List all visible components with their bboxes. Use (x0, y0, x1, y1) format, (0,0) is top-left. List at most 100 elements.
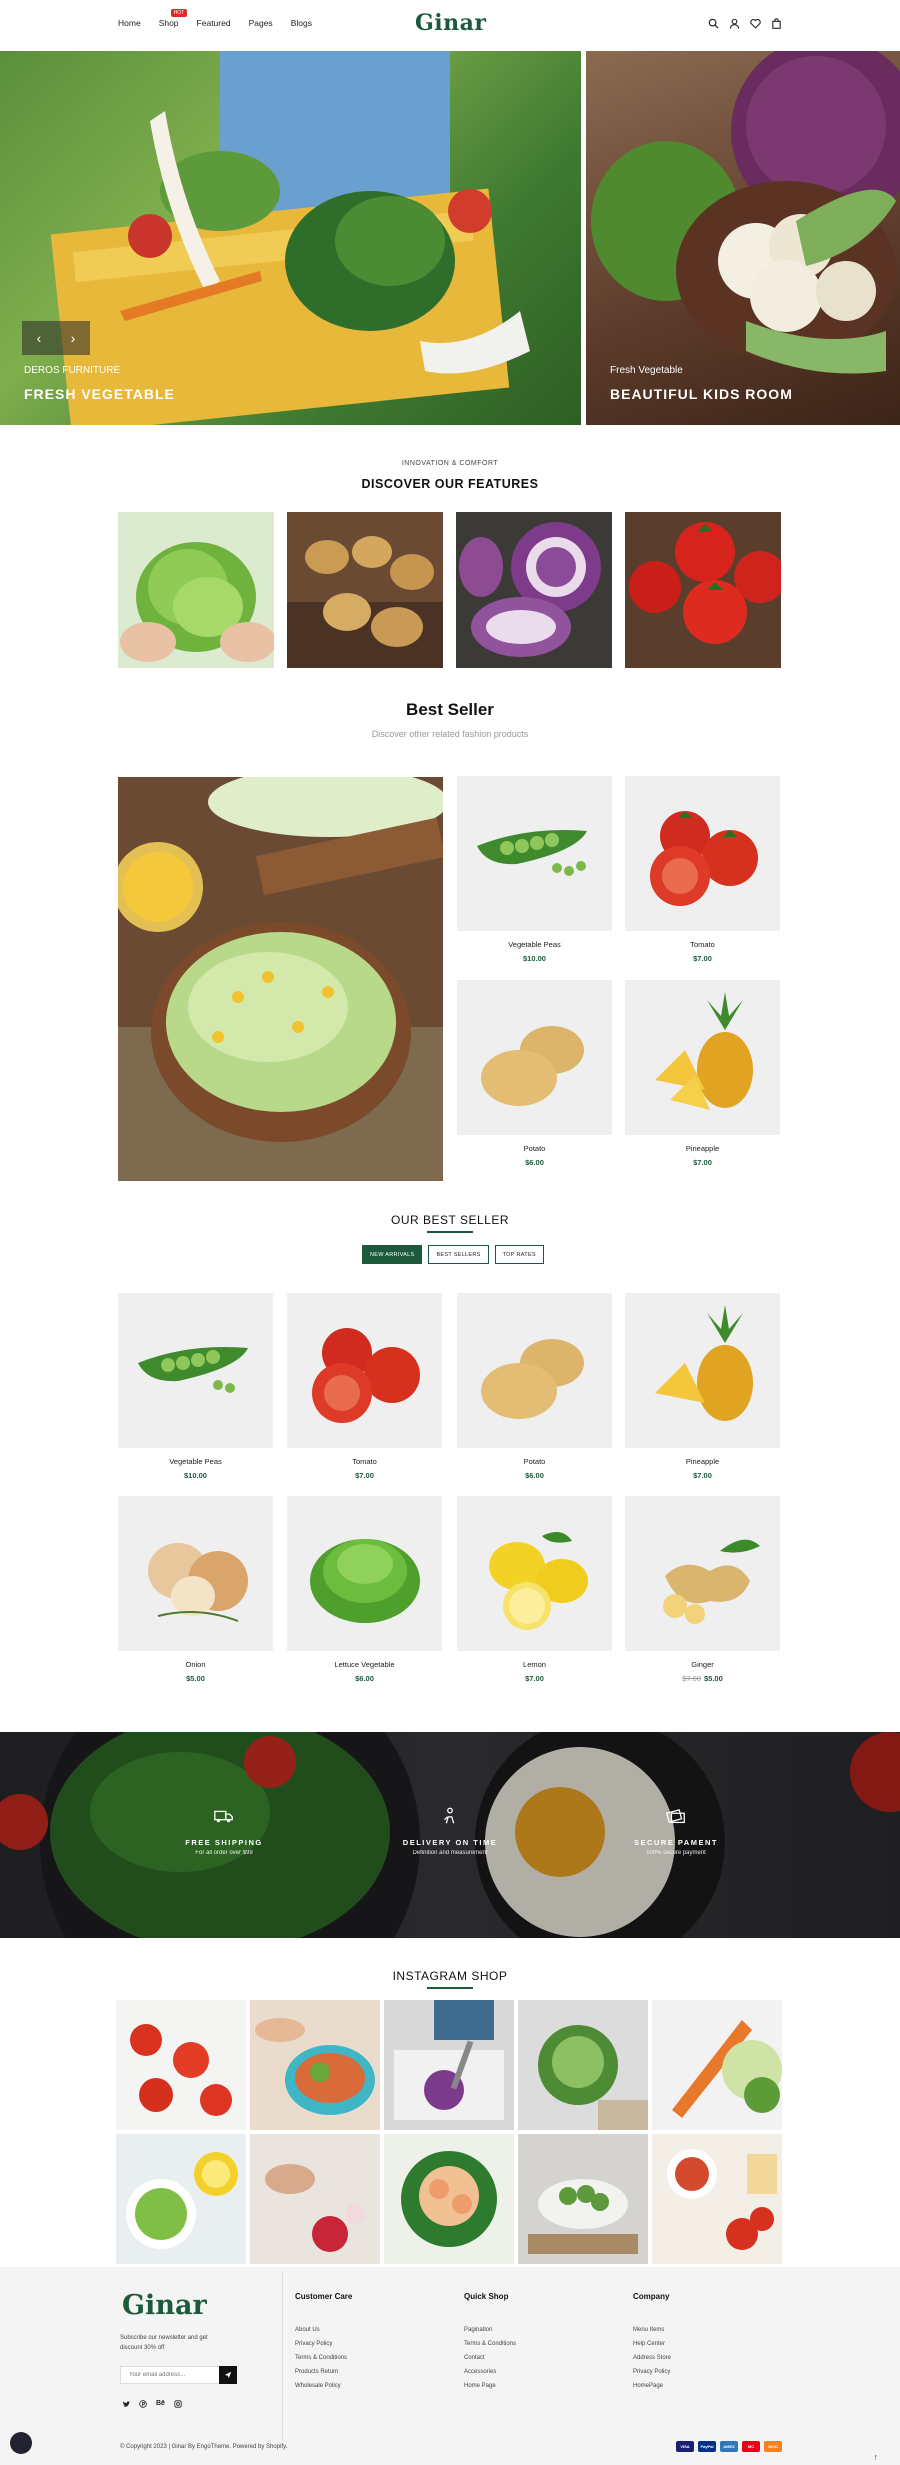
product-image-ginger[interactable] (625, 1496, 780, 1651)
hero-banner-left[interactable]: ‹ › DEROS FURNITURE FRESH VEGETABLE (0, 51, 581, 425)
product-name[interactable]: Pineapple (625, 1457, 780, 1466)
product-card[interactable]: Vegetable Peas $10.00 (457, 776, 612, 963)
pinterest-icon[interactable] (139, 2400, 147, 2410)
product-name[interactable]: Lettuce Vegetable (287, 1660, 442, 1669)
footer-link[interactable]: Menu Items (633, 2327, 671, 2333)
product-name[interactable]: Lemon (457, 1660, 612, 1669)
bag-icon[interactable] (771, 18, 782, 29)
footer-link[interactable]: Help Center (633, 2341, 671, 2347)
instagram-post[interactable] (116, 2134, 246, 2264)
product-card[interactable]: Lettuce Vegetable $6.00 (287, 1496, 442, 1683)
site-logo[interactable]: Ginar (415, 10, 487, 36)
chat-widget-button[interactable] (10, 2432, 32, 2454)
prev-arrow[interactable]: ‹ (22, 321, 56, 355)
payment-methods: VISA PayPal AMEX MC DISC (676, 2441, 782, 2452)
product-card[interactable]: Vegetable Peas $10.00 (118, 1293, 273, 1480)
radish-image (250, 2134, 380, 2264)
nav-home[interactable]: Home (118, 18, 141, 28)
user-icon[interactable] (729, 18, 740, 29)
instagram-post[interactable] (652, 2000, 782, 2130)
footer-link[interactable]: About Us (295, 2327, 352, 2333)
nav-blogs[interactable]: Blogs (291, 18, 312, 28)
twitter-icon[interactable] (122, 2400, 130, 2410)
footer-link[interactable]: HomePage (633, 2383, 671, 2389)
instagram-post[interactable] (518, 2134, 648, 2264)
tab-top-rates[interactable]: TOP RATES (494, 1245, 544, 1264)
footer-link[interactable]: Pagination (464, 2327, 516, 2333)
tab-best-sellers[interactable]: BEST SELLERS (428, 1245, 489, 1264)
search-icon[interactable] (708, 18, 719, 29)
heart-icon[interactable] (750, 18, 761, 29)
tab-new-arrivals[interactable]: NEW ARRIVALS (362, 1245, 423, 1264)
product-card[interactable]: Potato $6.00 (457, 980, 612, 1167)
product-card[interactable]: Pineapple $7.00 (625, 980, 780, 1167)
product-name[interactable]: Vegetable Peas (118, 1457, 273, 1466)
product-name[interactable]: Potato (457, 1457, 612, 1466)
footer-link[interactable]: Products Return (295, 2369, 352, 2375)
product-image-peas[interactable] (457, 776, 612, 931)
product-name[interactable]: Onion (118, 1660, 273, 1669)
footer-link[interactable]: Contact (464, 2355, 516, 2361)
newsletter-email-input[interactable] (120, 2366, 220, 2384)
product-card[interactable]: Tomato $7.00 (287, 1293, 442, 1480)
footer-link[interactable]: Privacy Policy (633, 2369, 671, 2375)
product-name[interactable]: Pineapple (625, 1144, 780, 1153)
feature-image-potatoes[interactable] (287, 512, 443, 668)
product-image-pineapple[interactable] (625, 1293, 780, 1448)
footer-link[interactable]: Wholesale Policy (295, 2383, 352, 2389)
product-image-pineapple[interactable] (625, 980, 780, 1135)
product-card[interactable]: Onion $5.00 (118, 1496, 273, 1683)
product-image-potato[interactable] (457, 980, 612, 1135)
product-card[interactable]: Ginger $7.00 $5.00 (625, 1496, 780, 1683)
newsletter-submit-button[interactable] (219, 2366, 237, 2384)
footer-link[interactable]: Terms & Conditions (464, 2341, 516, 2347)
scroll-to-top-button[interactable]: ↑ (874, 2452, 879, 2462)
product-image-peas[interactable] (118, 1293, 273, 1448)
hero-banner-right[interactable]: Fresh Vegetable BEAUTIFUL KIDS ROOM (586, 51, 900, 425)
instagram-title: INSTAGRAM SHOP (392, 1969, 508, 1983)
product-card[interactable]: Lemon $7.00 (457, 1496, 612, 1683)
instagram-post[interactable] (250, 2000, 380, 2130)
product-name[interactable]: Tomato (287, 1457, 442, 1466)
feature-image-tomatoes[interactable] (625, 512, 781, 668)
hero-left-title: FRESH VEGETABLE (24, 386, 175, 402)
instagram-icon[interactable] (174, 2400, 182, 2410)
footer-link[interactable]: Address Store (633, 2355, 671, 2361)
nav-pages[interactable]: Pages (249, 18, 273, 28)
footer-link[interactable]: Home Page (464, 2383, 516, 2389)
product-image-potato[interactable] (457, 1293, 612, 1448)
product-name[interactable]: Potato (457, 1144, 612, 1153)
product-name[interactable]: Tomato (625, 940, 780, 949)
footer-logo[interactable]: Ginar (122, 2290, 207, 2321)
product-name[interactable]: Vegetable Peas (457, 940, 612, 949)
features-eyebrow: INNOVATION & COMFORT (401, 460, 499, 467)
footer-link[interactable]: Accessories (464, 2369, 516, 2375)
product-image-tomato[interactable] (287, 1293, 442, 1448)
product-image-lemon[interactable] (457, 1496, 612, 1651)
product-image-onion[interactable] (118, 1496, 273, 1651)
footer-link[interactable]: Privacy Policy (295, 2341, 352, 2347)
instagram-post[interactable] (250, 2134, 380, 2264)
instagram-post[interactable] (384, 2134, 514, 2264)
product-card[interactable]: Potato $6.00 (457, 1293, 612, 1480)
product-image-tomato[interactable] (625, 776, 780, 931)
next-arrow[interactable]: › (56, 321, 90, 355)
product-image-lettuce[interactable] (287, 1496, 442, 1651)
feature-image-red-cabbage[interactable] (456, 512, 612, 668)
nav-shop[interactable]: Shop HOT (159, 9, 188, 28)
footer-link[interactable]: Terms & Conditions (295, 2355, 352, 2361)
instagram-post[interactable] (518, 2000, 648, 2130)
instagram-post[interactable] (652, 2134, 782, 2264)
instagram-post[interactable] (384, 2000, 514, 2130)
instagram-post[interactable] (116, 2000, 246, 2130)
nav-featured[interactable]: Featured (197, 18, 231, 28)
feature-image-lettuce[interactable] (118, 512, 274, 668)
service-delivery: DELIVERY ON TIME Definition and measurem… (370, 1805, 530, 1856)
best-seller-banner[interactable] (118, 777, 443, 1181)
product-card[interactable]: Tomato $7.00 (625, 776, 780, 963)
best-seller-subtitle: Discover other related fashion products (371, 729, 529, 739)
product-name[interactable]: Ginger (625, 1660, 780, 1669)
product-card[interactable]: Pineapple $7.00 (625, 1293, 780, 1480)
behance-icon[interactable]: Bē (156, 2400, 165, 2410)
secure-payment-icon (665, 1809, 687, 1831)
